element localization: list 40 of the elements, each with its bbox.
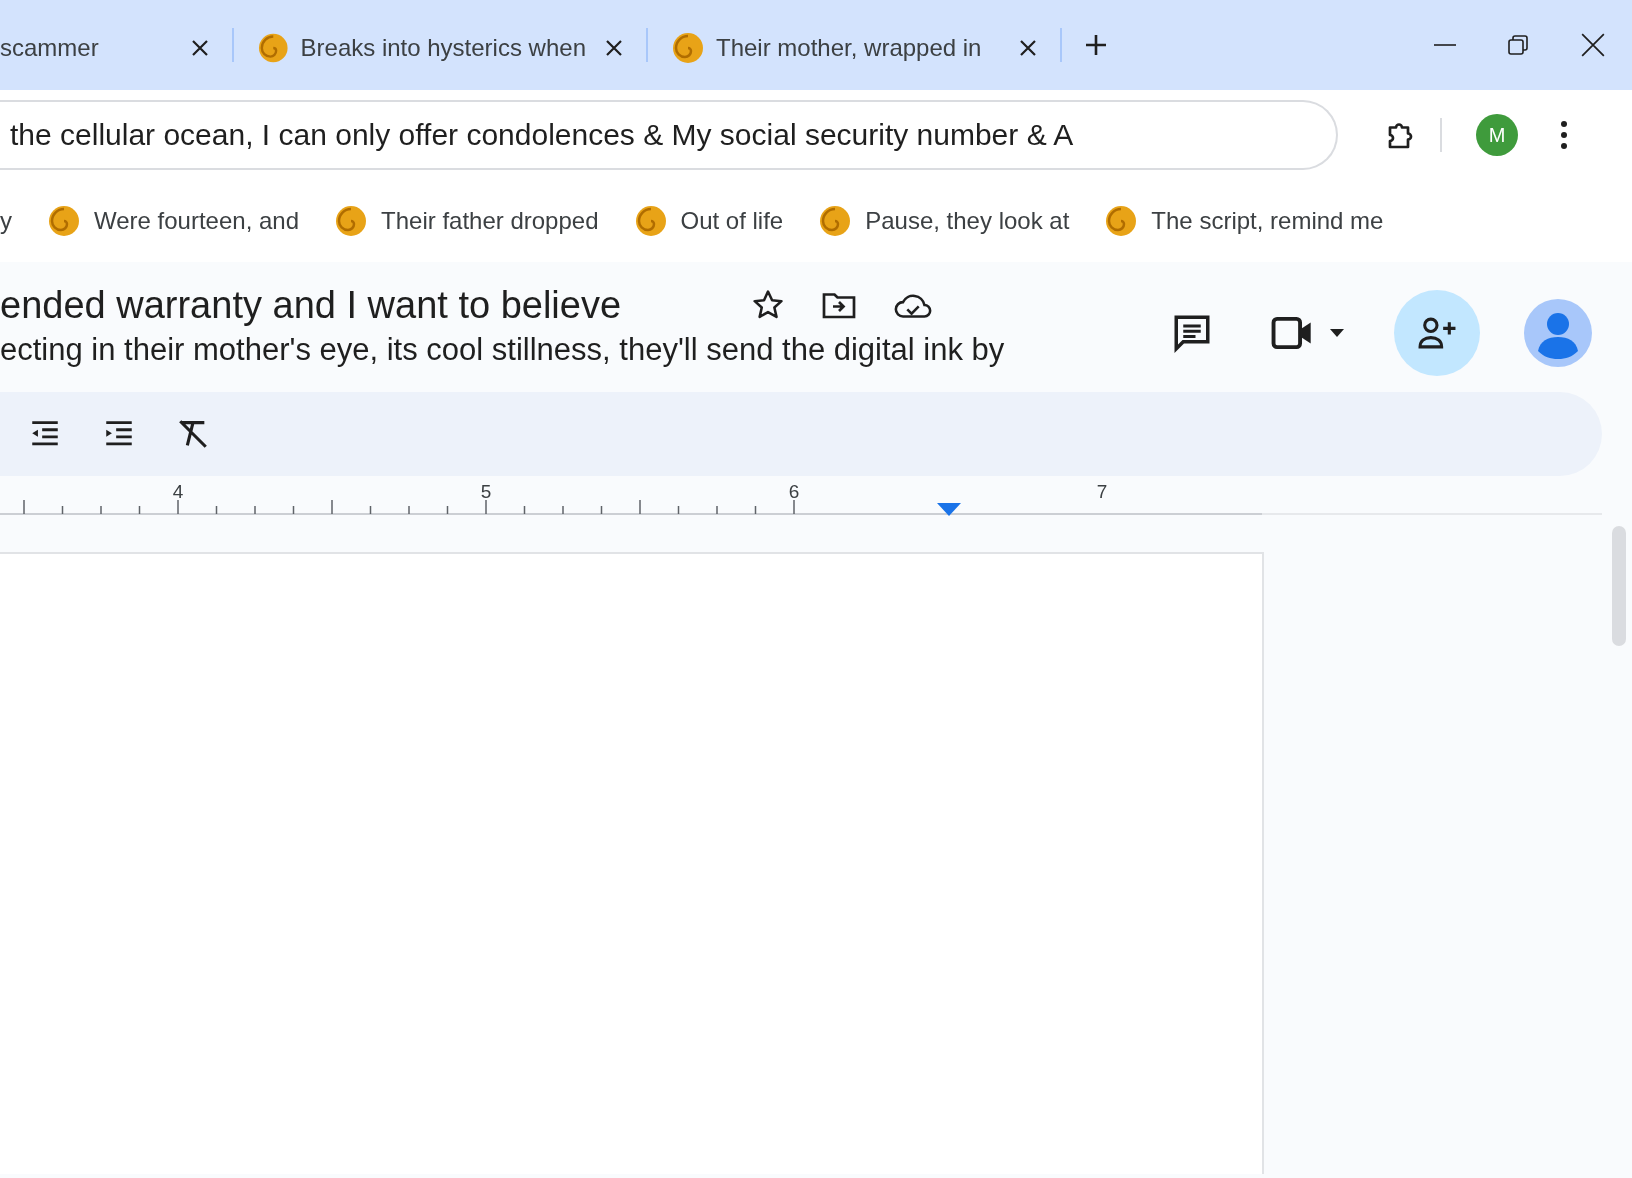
browser-tab[interactable]: Their mother, wrapped in bbox=[648, 17, 1060, 79]
bookmark[interactable]: The script, remind me bbox=[1105, 205, 1384, 237]
snail-icon bbox=[335, 205, 368, 237]
minimize-icon bbox=[1434, 44, 1456, 46]
bookmark[interactable]: Were fourteen, and bbox=[48, 205, 300, 237]
browser-tab[interactable]: Breaks into hysterics when bbox=[234, 17, 646, 79]
bookmark[interactable]: y bbox=[0, 207, 12, 235]
ruler-number: 4 bbox=[172, 481, 184, 502]
close-icon bbox=[604, 38, 624, 58]
indent-marker[interactable] bbox=[937, 503, 961, 516]
snail-icon bbox=[672, 32, 704, 64]
close-icon bbox=[190, 38, 210, 58]
scrollbar-thumb[interactable] bbox=[1612, 526, 1626, 646]
clear-formatting-icon bbox=[176, 417, 210, 451]
snail-icon bbox=[634, 205, 667, 237]
snail-icon bbox=[819, 205, 852, 237]
address-bar[interactable]: the cellular ocean, I can only offer condolences & My social security number & A bbox=[0, 100, 1338, 170]
profile-button[interactable]: M bbox=[1470, 108, 1524, 162]
restore-icon bbox=[1506, 33, 1530, 57]
browser-tab[interactable]: scammer bbox=[0, 17, 232, 79]
bookmark[interactable]: Their father dropped bbox=[335, 205, 599, 237]
bookmark[interactable]: Out of life bbox=[634, 205, 784, 237]
folder-icon bbox=[821, 290, 858, 320]
snail-icon bbox=[258, 32, 289, 64]
close-icon bbox=[1018, 38, 1038, 58]
bookmark[interactable]: Pause, they look at bbox=[819, 205, 1070, 237]
snail-icon bbox=[48, 205, 80, 237]
profile-avatar: M bbox=[1476, 114, 1518, 156]
ruler-number: 6 bbox=[788, 481, 800, 502]
plus-icon bbox=[1084, 33, 1108, 57]
add-person-icon bbox=[1417, 316, 1457, 350]
close-icon bbox=[1580, 32, 1606, 58]
document-menu-text: ecting in their mother's eye, its cool stillness, they'll send the digital ink by bbox=[0, 332, 1005, 368]
snail-icon bbox=[1105, 205, 1138, 237]
ruler-number: 7 bbox=[1096, 481, 1108, 502]
account-avatar-icon[interactable] bbox=[1524, 299, 1592, 367]
caret-icon bbox=[1330, 329, 1344, 337]
menu-icon bbox=[1560, 120, 1568, 150]
document-title[interactable]: ended warranty and I want to believe bbox=[0, 283, 622, 327]
ruler-number: 5 bbox=[480, 481, 492, 502]
